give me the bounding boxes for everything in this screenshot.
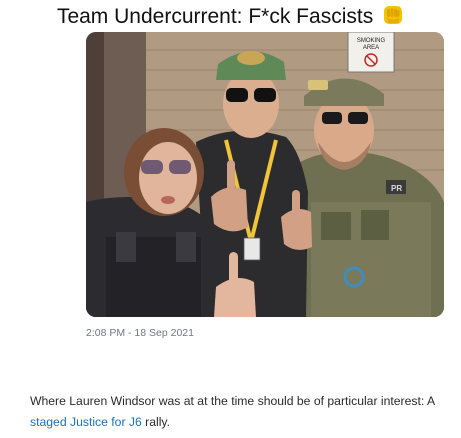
raised-fist-icon [384, 6, 403, 24]
smoking-area-sign: SMOKING AREA [347, 32, 395, 73]
sign-line1: SMOKING [357, 38, 386, 44]
tweet-timestamp[interactable]: 2:08 PM - 18 Sep 2021 [86, 327, 194, 339]
sign-line2: AREA [363, 45, 379, 51]
article-text-after: rally. [141, 415, 170, 429]
tweet-photo[interactable]: SMOKING AREA PR [86, 32, 444, 317]
article-paragraph: Where Lauren Windsor was at at the time … [30, 391, 456, 433]
vest-patch-text: PR [391, 184, 402, 193]
selfie-scene: SMOKING AREA PR [86, 32, 444, 317]
tweet-title: Team Undercurrent: F*ck Fascists [0, 4, 461, 30]
tweet-title-text: Team Undercurrent: F*ck Fascists [56, 5, 374, 28]
staged-justice-link[interactable]: staged Justice for J6 [30, 415, 142, 429]
article-text-before: Where Lauren Windsor was at at the time … [30, 394, 435, 408]
